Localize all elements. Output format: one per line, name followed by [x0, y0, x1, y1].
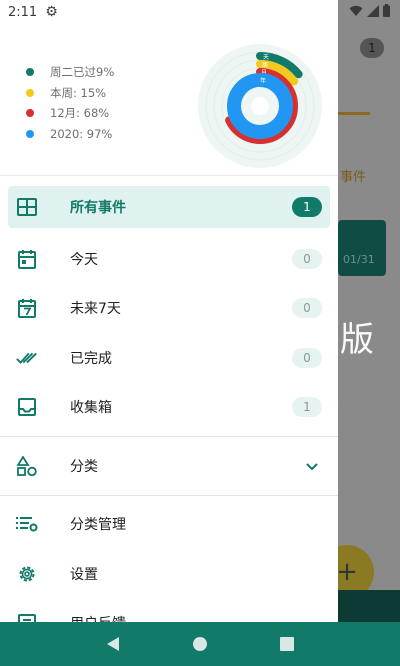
legend-dot-week [26, 88, 34, 97]
menu-item-all-events[interactable]: 所有事件 1 [8, 186, 330, 228]
background-event-text: 事件 [340, 170, 367, 185]
chevron-down-icon[interactable] [306, 456, 318, 475]
legend-dot-year [26, 129, 34, 138]
inbox-icon [16, 396, 38, 418]
progress-legend: 周二已过9% 本周: 15% 12月: 68% 2020: 97% [26, 62, 114, 144]
menu-label-completed: 已完成 [70, 350, 112, 367]
menu-label-category: 分类 [70, 458, 98, 475]
menu-label-next-7-days: 未来7天 [70, 301, 121, 318]
status-bar: 2:11 ⚙ [0, 0, 400, 24]
dashboard-icon [16, 196, 38, 218]
menu-divider [0, 436, 338, 437]
settings-gear-icon: ⚙ [45, 4, 58, 20]
menu-item-inbox[interactable]: 收集箱 1 [0, 383, 338, 433]
double-check-icon [16, 347, 38, 369]
battery-icon [383, 4, 390, 17]
signal-icon [367, 4, 379, 17]
menu-label-inbox: 收集箱 [70, 400, 112, 417]
menu-item-today[interactable]: 今天 0 [0, 234, 338, 284]
navigation-drawer: 周二已过9% 本周: 15% 12月: 68% 2020: 97% 天周月年 所… [0, 0, 338, 622]
progress-rings-chart: 天周月年 [198, 44, 322, 168]
menu-count-next-7-days: 0 [292, 298, 322, 319]
menu-count-inbox: 1 [292, 397, 322, 418]
ring-label-day: 天 [263, 54, 269, 61]
legend-label-week: 本周: 15% [50, 85, 107, 100]
recents-icon[interactable] [277, 634, 297, 654]
drawer-menu: 所有事件 1 今天 0 未来7天 0 已完成 0 收集箱 1 分类 分类管理 设… [0, 186, 338, 622]
menu-item-category[interactable]: 分类 [0, 441, 338, 491]
calendar-7-icon [16, 297, 38, 319]
calendar-icon [16, 248, 38, 270]
menu-count-today: 0 [292, 248, 322, 269]
gear-icon [16, 563, 38, 585]
status-time: 2:11 [8, 4, 38, 20]
legend-label-month: 12月: 68% [50, 106, 110, 121]
menu-item-feedback[interactable]: 用户反馈 [0, 599, 338, 622]
background-card-date: 01/31 [343, 253, 375, 266]
menu-divider [0, 494, 338, 496]
legend-label-year: 2020: 97% [50, 126, 113, 141]
legend-dot-day [26, 68, 34, 77]
menu-item-completed[interactable]: 已完成 0 [0, 333, 338, 383]
menu-label-category-manage: 分类管理 [70, 517, 126, 534]
shapes-icon [16, 455, 38, 477]
legend-item-week: 本周: 15% [26, 83, 114, 104]
menu-label-all-events: 所有事件 [70, 200, 126, 216]
background-accent-line [338, 112, 370, 115]
menu-count-completed: 0 [292, 347, 322, 368]
background-big-text: 版 [340, 320, 374, 360]
feedback-icon [16, 612, 38, 622]
background-badge: 1 [360, 38, 384, 58]
background-bottom-bar [338, 590, 400, 624]
drawer-header: 周二已过9% 本周: 15% 12月: 68% 2020: 97% 天周月年 [0, 0, 338, 176]
ring-label-year: 年 [260, 77, 266, 85]
home-icon[interactable] [190, 634, 210, 654]
menu-item-settings[interactable]: 设置 [0, 549, 338, 599]
list-settings-icon [16, 513, 38, 535]
menu-label-today: 今天 [70, 251, 98, 268]
back-icon[interactable] [103, 634, 123, 654]
legend-dot-month [26, 109, 34, 118]
menu-count-all-events: 1 [292, 197, 322, 217]
menu-item-next-7-days[interactable]: 未来7天 0 [0, 284, 338, 334]
legend-item-day: 周二已过9% [26, 62, 114, 83]
ring-label-week: 周 [262, 62, 268, 69]
menu-label-feedback: 用户反馈 [70, 613, 126, 622]
menu-item-category-manage[interactable]: 分类管理 [0, 500, 338, 550]
legend-label-day: 周二已过9% [50, 65, 115, 80]
system-nav-bar [0, 622, 400, 666]
background-card [338, 220, 386, 276]
wifi-icon [349, 5, 363, 16]
status-icons [349, 4, 390, 17]
legend-item-year: 2020: 97% [26, 124, 114, 145]
menu-label-settings: 设置 [70, 566, 98, 583]
legend-item-month: 12月: 68% [26, 103, 114, 124]
